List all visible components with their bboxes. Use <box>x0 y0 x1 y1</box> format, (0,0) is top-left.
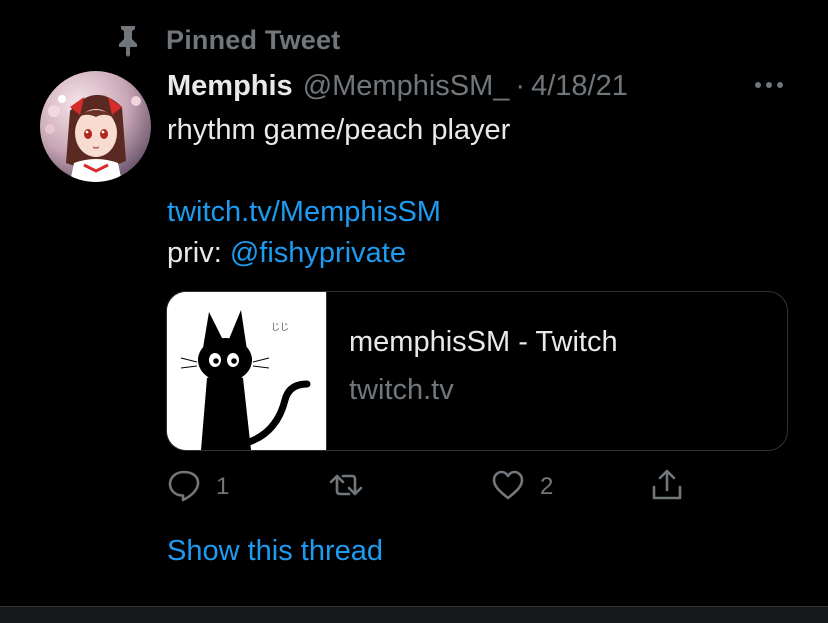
share-icon <box>649 467 685 508</box>
card-title: memphisSM - Twitch <box>349 326 618 358</box>
twitch-link[interactable]: twitch.tv/MemphisSM <box>167 196 441 228</box>
show-thread-link[interactable]: Show this thread <box>167 535 383 568</box>
card-thumbnail: じじ <box>167 292 327 450</box>
share-button[interactable] <box>649 468 685 506</box>
bio-line: rhythm game/peach player <box>167 114 511 146</box>
display-name[interactable]: Memphis <box>167 70 293 103</box>
priv-prefix: priv: <box>167 237 230 269</box>
avatar[interactable] <box>40 71 151 182</box>
more-options-button[interactable] <box>748 70 790 100</box>
reply-button[interactable]: 1 <box>166 468 229 506</box>
reply-icon <box>166 467 202 508</box>
separator-dot: · <box>515 69 526 102</box>
retweet-button[interactable] <box>328 468 378 506</box>
reply-count: 1 <box>216 473 230 500</box>
tweet-body: rhythm game/peach player twitch.tv/Memph… <box>167 110 510 274</box>
card-domain: twitch.tv <box>349 374 454 406</box>
priv-mention-link[interactable]: @fishyprivate <box>230 237 406 269</box>
tweet-header: Memphis @MemphisSM_ · 4/18/21 <box>167 66 628 106</box>
retweet-icon <box>328 467 364 508</box>
more-horizontal-icon <box>754 76 784 94</box>
link-preview-card[interactable]: じじ memphisSM - Twitch twitch.tv <box>166 291 788 451</box>
tweet-date[interactable]: 4/18/21 <box>531 70 628 103</box>
user-handle[interactable]: @MemphisSM_ <box>303 70 510 103</box>
like-count: 2 <box>540 473 554 500</box>
heart-icon <box>490 467 526 508</box>
thumb-caption: じじ <box>271 322 289 333</box>
pin-icon <box>110 22 146 58</box>
tweet-divider <box>0 606 828 623</box>
like-button[interactable]: 2 <box>490 468 553 506</box>
pinned-label: Pinned Tweet <box>166 24 341 55</box>
pinned-indicator: Pinned Tweet <box>110 22 340 58</box>
